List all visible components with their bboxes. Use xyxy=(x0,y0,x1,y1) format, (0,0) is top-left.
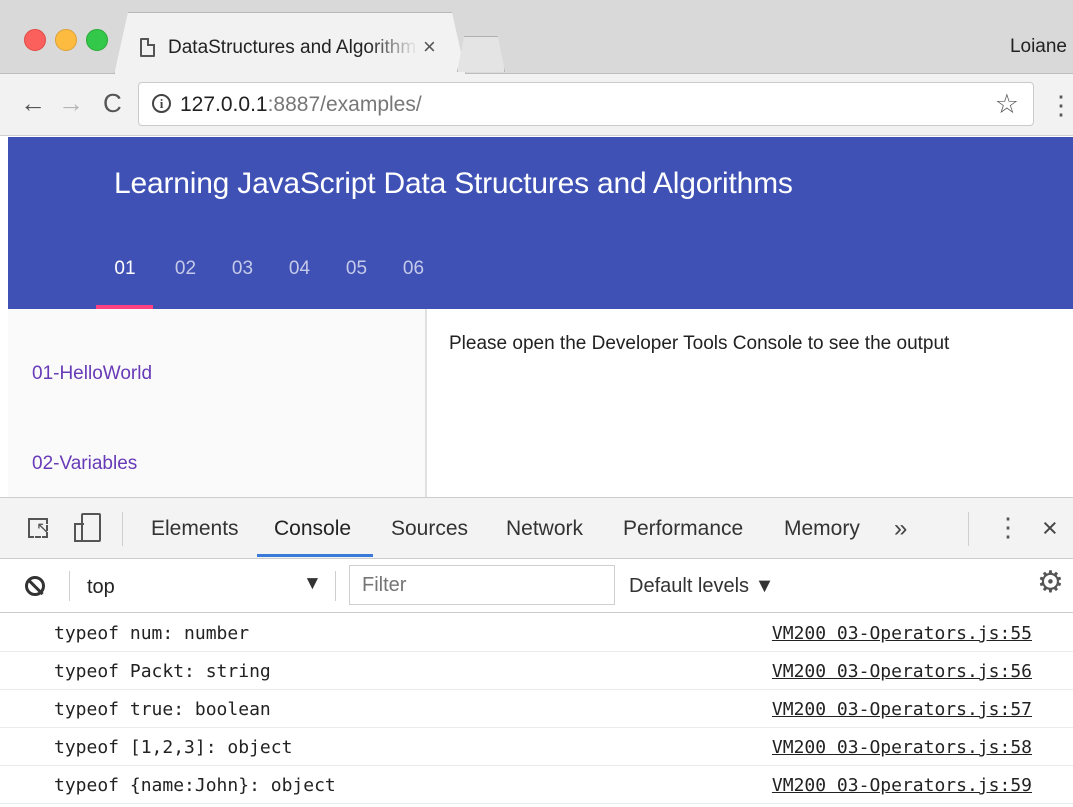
console-row: typeof num: number VM200 03-Operators.js… xyxy=(0,614,1073,652)
console-filter-bar: top ▼ Default levels ▼ ⚙ xyxy=(0,559,1073,613)
tab-memory[interactable]: Memory xyxy=(784,517,860,541)
console-message: typeof [1,2,3]: object xyxy=(54,737,293,758)
gear-icon[interactable]: ⚙ xyxy=(1037,568,1064,598)
forward-arrow-icon[interactable]: → xyxy=(58,88,84,118)
browser-tab-title: DataStructures and Algorithms xyxy=(168,37,418,58)
console-message: typeof num: number xyxy=(54,623,250,644)
divider xyxy=(69,571,70,601)
console-row: typeof {name:John}: object VM200 03-Oper… xyxy=(0,766,1073,804)
url-host: 127.0.0.1 xyxy=(180,93,268,116)
device-toolbar-icon-part xyxy=(81,513,101,542)
url-path: :8887/examples/ xyxy=(267,93,422,116)
tab-console[interactable]: Console xyxy=(274,517,351,541)
tab-network[interactable]: Network xyxy=(506,517,583,541)
examples-sidebar: 01-HelloWorld 02-Variables xyxy=(8,309,427,497)
browser-toolbar: ← → C i 127.0.0.1:8887/examples/ ☆ ⋮ xyxy=(0,74,1073,136)
window-minimize-button[interactable] xyxy=(55,29,77,51)
inspect-element-icon[interactable] xyxy=(28,518,49,538)
example-link-helloworld[interactable]: 01-HelloWorld xyxy=(32,363,152,385)
console-message: typeof true: boolean xyxy=(54,699,271,720)
url-text[interactable]: 127.0.0.1:8887/examples/ xyxy=(180,93,422,117)
info-icon[interactable]: i xyxy=(152,94,171,113)
tab-chapter-06[interactable]: 06 xyxy=(385,255,442,309)
console-message: typeof {name:John}: object xyxy=(54,775,336,796)
tab-chapter-02[interactable]: 02 xyxy=(157,255,214,309)
content-message: Please open the Developer Tools Console … xyxy=(449,333,950,354)
reload-icon[interactable]: C xyxy=(103,88,122,118)
window-close-button[interactable] xyxy=(24,29,46,51)
divider xyxy=(335,571,336,601)
example-link-variables[interactable]: 02-Variables xyxy=(32,453,137,475)
console-row: typeof [1,2,3]: object VM200 03-Operator… xyxy=(0,728,1073,766)
context-selector[interactable]: top xyxy=(87,576,115,599)
console-source-link[interactable]: VM200 03-Operators.js:59 xyxy=(772,775,1032,796)
page-title: Learning JavaScript Data Structures and … xyxy=(114,167,793,200)
app-header: Learning JavaScript Data Structures and … xyxy=(8,137,1073,309)
console-row: typeof Packt: string VM200 03-Operators.… xyxy=(0,652,1073,690)
window-zoom-button[interactable] xyxy=(86,29,108,51)
console-source-link[interactable]: VM200 03-Operators.js:56 xyxy=(772,661,1032,682)
browser-tab-strip: DataStructures and Algorithms × Loiane xyxy=(0,0,1073,75)
clear-console-icon[interactable] xyxy=(25,576,45,596)
tab-sources[interactable]: Sources xyxy=(391,517,468,541)
chevron-down-icon[interactable]: ▼ xyxy=(303,573,322,595)
divider xyxy=(968,512,969,546)
bookmark-star-icon[interactable]: ☆ xyxy=(995,89,1019,120)
devtools-menu-icon[interactable]: ⋮ xyxy=(995,514,1021,540)
console-source-link[interactable]: VM200 03-Operators.js:55 xyxy=(772,623,1032,644)
console-source-link[interactable]: VM200 03-Operators.js:57 xyxy=(772,699,1032,720)
device-toolbar-icon[interactable] xyxy=(74,513,102,543)
tab-chapter-04[interactable]: 04 xyxy=(271,255,328,309)
log-levels-dropdown[interactable]: Default levels ▼ xyxy=(629,575,774,598)
tab-chapter-03[interactable]: 03 xyxy=(214,255,271,309)
console-output: typeof num: number VM200 03-Operators.js… xyxy=(0,614,1073,804)
profile-name[interactable]: Loiane xyxy=(1010,36,1067,58)
tab-close-icon[interactable]: × xyxy=(423,35,436,59)
address-bar[interactable]: i 127.0.0.1:8887/examples/ ☆ xyxy=(138,82,1034,126)
active-tab-indicator xyxy=(257,554,373,557)
browser-menu-icon[interactable]: ⋮ xyxy=(1048,92,1073,118)
tab-elements[interactable]: Elements xyxy=(151,517,239,541)
filter-input[interactable] xyxy=(349,565,615,605)
devtools-close-icon[interactable]: × xyxy=(1042,515,1058,542)
console-source-link[interactable]: VM200 03-Operators.js:58 xyxy=(772,737,1032,758)
tab-performance[interactable]: Performance xyxy=(623,517,743,541)
document-icon xyxy=(140,38,155,57)
devtools-tab-bar: Elements Console Sources Network Perform… xyxy=(0,497,1073,559)
divider xyxy=(122,512,123,546)
tab-chapter-05[interactable]: 05 xyxy=(328,255,385,309)
console-message: typeof Packt: string xyxy=(54,661,271,682)
new-tab-button[interactable] xyxy=(457,36,505,72)
tab-chapter-01[interactable]: 01 xyxy=(93,255,157,309)
chapter-tabs: 01 02 03 04 05 06 xyxy=(93,255,442,309)
more-tabs-icon[interactable]: » xyxy=(894,515,907,543)
console-row: typeof true: boolean VM200 03-Operators.… xyxy=(0,690,1073,728)
back-arrow-icon[interactable]: ← xyxy=(20,88,46,118)
devtools-panel: Elements Console Sources Network Perform… xyxy=(0,497,1073,807)
